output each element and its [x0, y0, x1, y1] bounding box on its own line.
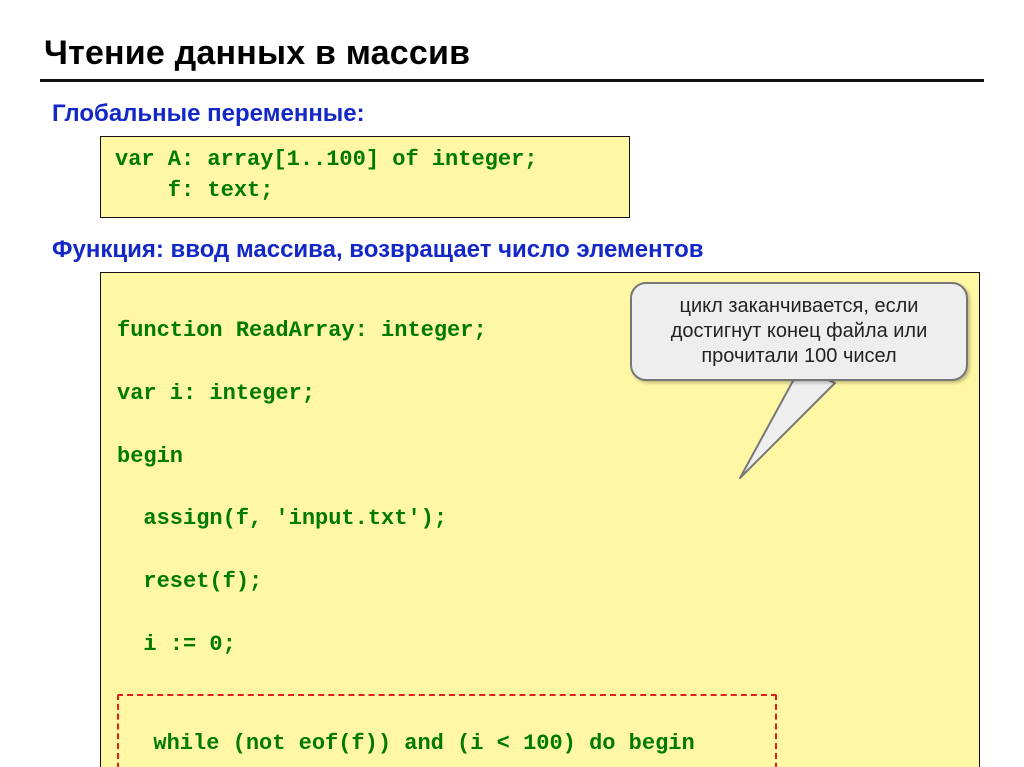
code-line: while (not eof(f)) and (i < 100) do begi…: [127, 728, 767, 760]
highlight-dashed-box: while (not eof(f)) and (i < 100) do begi…: [117, 694, 777, 767]
callout-bubble: цикл заканчивается, если достигнут конец…: [630, 282, 968, 381]
title-rule: [40, 79, 984, 82]
subheading-globals: Глобальные переменные:: [52, 100, 984, 128]
code-line: i := 0;: [117, 629, 963, 661]
code-line: reset(f);: [117, 566, 963, 598]
code-box-globals: var A: array[1..100] of integer; f: text…: [100, 136, 630, 218]
code-line: assign(f, 'input.txt');: [117, 503, 963, 535]
slide: Чтение данных в массив Глобальные переме…: [0, 0, 1024, 767]
page-title: Чтение данных в массив: [44, 34, 984, 73]
subheading-function: Функция: ввод массива, возвращает число …: [52, 236, 984, 264]
main-code-wrap: function ReadArray: integer; var i: inte…: [100, 272, 980, 767]
